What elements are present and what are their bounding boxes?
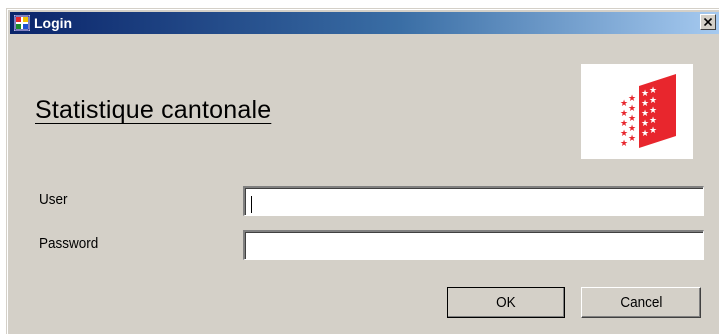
close-icon — [704, 18, 712, 26]
svg-text:★: ★ — [641, 129, 649, 139]
svg-text:★: ★ — [649, 106, 657, 116]
svg-text:★: ★ — [620, 109, 628, 119]
svg-text:★: ★ — [641, 109, 649, 119]
svg-text:★: ★ — [628, 104, 636, 114]
svg-text:★: ★ — [628, 124, 636, 134]
password-label: Password — [39, 235, 99, 252]
svg-text:★: ★ — [641, 119, 649, 129]
svg-text:★: ★ — [649, 96, 657, 106]
svg-text:★: ★ — [649, 86, 657, 96]
svg-text:★: ★ — [628, 94, 636, 104]
svg-text:★: ★ — [628, 134, 636, 144]
cancel-button-label: Cancel — [619, 294, 663, 311]
title-bar[interactable]: Login — [10, 12, 719, 34]
svg-text:★: ★ — [620, 119, 628, 129]
svg-text:★: ★ — [628, 114, 636, 124]
ok-button-label: OK — [496, 294, 516, 311]
login-dialog: Login Statistique cantonale ★ ★ ★ ★ ★ ★ … — [6, 8, 719, 334]
cancel-button[interactable]: Cancel — [581, 287, 701, 318]
close-button[interactable] — [700, 14, 716, 30]
page-title: Statistique cantonale — [35, 96, 272, 124]
canton-logo: ★ ★ ★ ★ ★ ★ ★ ★ ★ ★ ★ ★ ★ ★ ★ ★ ★ ★ ★ ★ — [581, 64, 693, 159]
svg-text:★: ★ — [620, 99, 628, 109]
application-icon — [14, 15, 30, 31]
svg-text:★: ★ — [649, 126, 657, 136]
text-caret — [251, 196, 252, 213]
canton-valais-flag-icon: ★ ★ ★ ★ ★ ★ ★ ★ ★ ★ ★ ★ ★ ★ ★ ★ ★ ★ ★ ★ — [620, 74, 676, 154]
svg-text:★: ★ — [620, 129, 628, 139]
svg-text:★: ★ — [620, 139, 628, 149]
password-input[interactable] — [243, 230, 704, 260]
user-input[interactable] — [243, 186, 704, 216]
user-label: User — [39, 191, 68, 208]
svg-text:★: ★ — [649, 116, 657, 126]
window-title: Login — [34, 15, 73, 31]
svg-text:★: ★ — [641, 89, 649, 99]
ok-button[interactable]: OK — [447, 287, 565, 318]
svg-text:★: ★ — [641, 99, 649, 109]
